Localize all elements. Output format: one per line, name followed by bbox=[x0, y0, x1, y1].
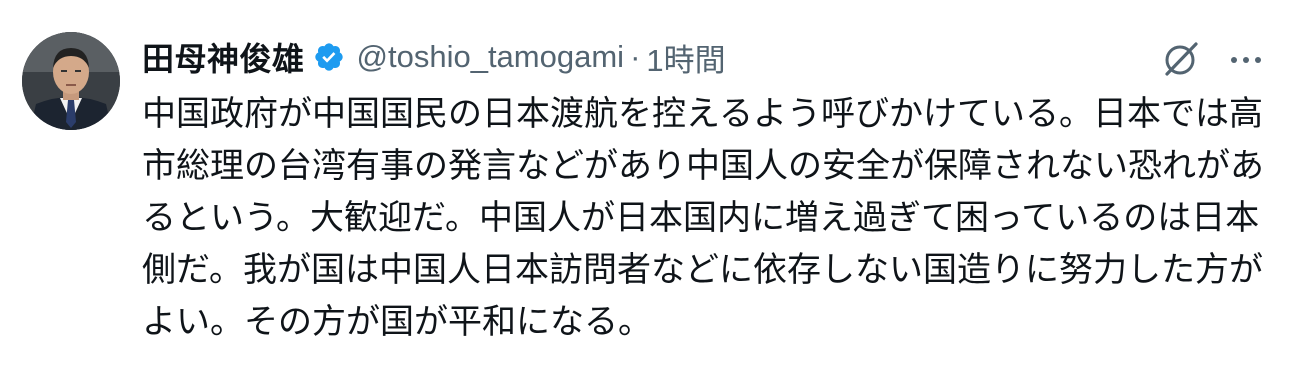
tweet-header: 田母神俊雄 @toshio_tamogami · 1時間 bbox=[142, 33, 726, 81]
user-handle[interactable]: @toshio_tamogami bbox=[357, 39, 625, 75]
avatar-image bbox=[22, 32, 120, 130]
more-options-icon[interactable] bbox=[1224, 38, 1268, 82]
tweet-text: 中国政府が中国国民の日本渡航を控えるよう呼びかけている。日本では高市総理の台湾有… bbox=[142, 94, 1264, 342]
separator-dot: · bbox=[630, 39, 641, 74]
timestamp[interactable]: 1時間 bbox=[646, 35, 725, 80]
verified-badge-icon[interactable] bbox=[313, 41, 345, 73]
grok-icon[interactable] bbox=[1158, 38, 1202, 82]
avatar[interactable] bbox=[22, 32, 120, 130]
tweet: 田母神俊雄 @toshio_tamogami · 1時間 中国政府が中国国民の日… bbox=[0, 0, 1299, 368]
display-name[interactable]: 田母神俊雄 bbox=[142, 34, 305, 80]
